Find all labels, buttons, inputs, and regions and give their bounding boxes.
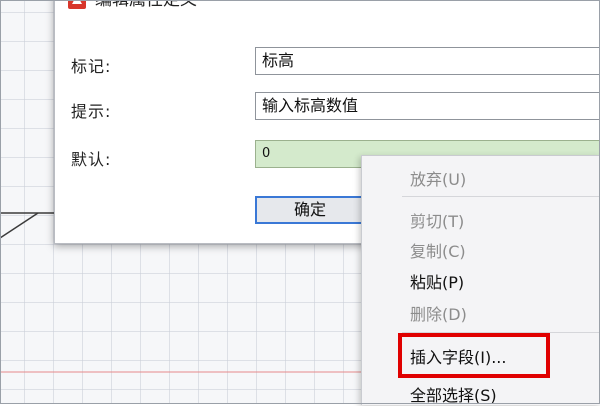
tag-input[interactable]: 标高 (255, 47, 600, 75)
ok-button[interactable]: 确定 (255, 196, 365, 224)
dialog-title: 编辑属性定义 (95, 0, 197, 10)
default-label: 默认: (71, 150, 112, 169)
menu-item-copy[interactable]: 复制(C) (410, 238, 466, 262)
prompt-label: 提示: (71, 102, 112, 121)
red-highlight-box (398, 333, 550, 378)
menu-item-undo[interactable]: 放弃(U) (410, 166, 466, 190)
prompt-input[interactable]: 输入标高数值 (255, 92, 600, 120)
menu-item-cut[interactable]: 剪切(T) (410, 208, 464, 232)
menu-separator (402, 196, 600, 197)
tag-label: 标记: (71, 57, 112, 76)
app-logo-icon (68, 0, 86, 9)
menu-item-select-all[interactable]: 全部选择(S) (410, 382, 497, 406)
menu-item-delete[interactable]: 删除(D) (410, 301, 467, 325)
menu-item-paste[interactable]: 粘贴(P) (410, 269, 464, 293)
dialog-titlebar[interactable]: 编辑属性定义 (55, 0, 600, 19)
